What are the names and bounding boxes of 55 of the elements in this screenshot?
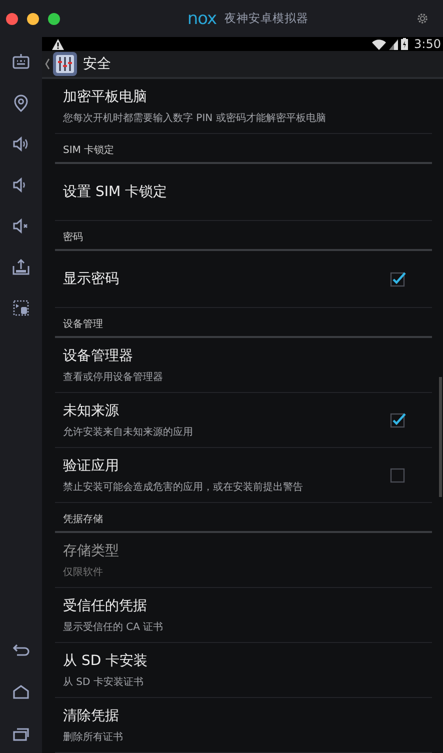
back-icon[interactable] [12,643,30,657]
settings-app-icon[interactable] [52,51,78,77]
checkbox[interactable] [390,412,406,428]
keyboard-icon[interactable] [12,53,30,71]
section-header: 凭据存储 [55,503,432,533]
settings-item[interactable]: 受信任的凭据 显示受信任的 CA 证书 [55,588,432,643]
window-title: 夜神安卓模拟器 [224,11,309,26]
section-header: 密码 [55,221,432,251]
screen-title: 安全 [83,55,111,73]
maximize-button[interactable] [48,12,60,24]
settings-item[interactable]: 未知来源 允许安装来自未知来源的应用 [55,393,432,448]
mute-icon[interactable] [12,217,30,235]
settings-item[interactable]: 验证应用 禁止安装可能会造成危害的应用，或在安装前提出警告 [55,448,432,503]
signal-icon [389,38,398,50]
section-header: 设备管理 [55,308,432,338]
item-summary: 从 SD 卡安装证书 [63,676,144,688]
item-summary: 显示受信任的 CA 证书 [63,620,164,634]
item-title: 受信任的凭据 [63,596,148,614]
item-summary: 删除所有证书 [63,730,123,744]
settings-item[interactable]: 设置 SIM 卡锁定 [55,164,432,221]
location-icon[interactable] [12,94,30,112]
item-title: 存储类型 [63,542,119,560]
multi-window-icon[interactable] [12,299,30,317]
item-title: 显示密码 [63,270,119,288]
checkbox[interactable] [390,467,406,483]
recents-icon[interactable] [12,727,30,741]
item-summary: 查看或停用设备管理器 [63,370,163,384]
settings-item[interactable]: 从 SD 卡安装 从 SD 卡安装证书 [55,643,432,698]
up-caret-icon[interactable] [45,58,50,70]
settings-item[interactable]: 加密平板电脑 您每次开机时都需要输入数字 PIN 或密码才能解密平板电脑 [55,79,432,134]
settings-item[interactable]: 显示密码 [55,251,432,308]
settings-item[interactable]: 设备管理器 查看或停用设备管理器 [55,338,432,393]
clock: 3:50 [414,37,441,51]
item-summary: 您每次开机时都需要输入数字 PIN 或密码才能解密平板电脑 [63,112,326,124]
item-title: 验证应用 [63,456,120,474]
section-header: SIM 卡锁定 [55,134,432,164]
item-summary: 禁止安装可能会造成危害的应用，或在安装前提出警告 [63,480,303,494]
minimize-button[interactable] [27,12,39,24]
item-title: 设置 SIM 卡锁定 [63,183,167,201]
item-summary: 仅限软件 [63,566,104,578]
settings-icon[interactable] [416,12,429,25]
settings-item[interactable]: 清除凭据 删除所有证书 [55,698,432,753]
item-title: 设备管理器 [63,346,134,364]
item-title: 未知来源 [63,402,120,420]
item-summary: 允许安装来自未知来源的应用 [63,426,193,438]
home-icon[interactable] [12,685,30,699]
item-title: 清除凭据 [63,706,120,724]
apk-upload-icon[interactable] [12,258,30,276]
wifi-icon [372,38,386,50]
checkbox[interactable] [390,271,406,287]
close-button[interactable] [6,12,18,24]
item-title: 加密平板电脑 [63,88,148,106]
app-logo: nox [187,8,217,28]
volume-up-icon[interactable] [12,135,30,153]
item-title: 从 SD 卡安装 [63,652,148,670]
